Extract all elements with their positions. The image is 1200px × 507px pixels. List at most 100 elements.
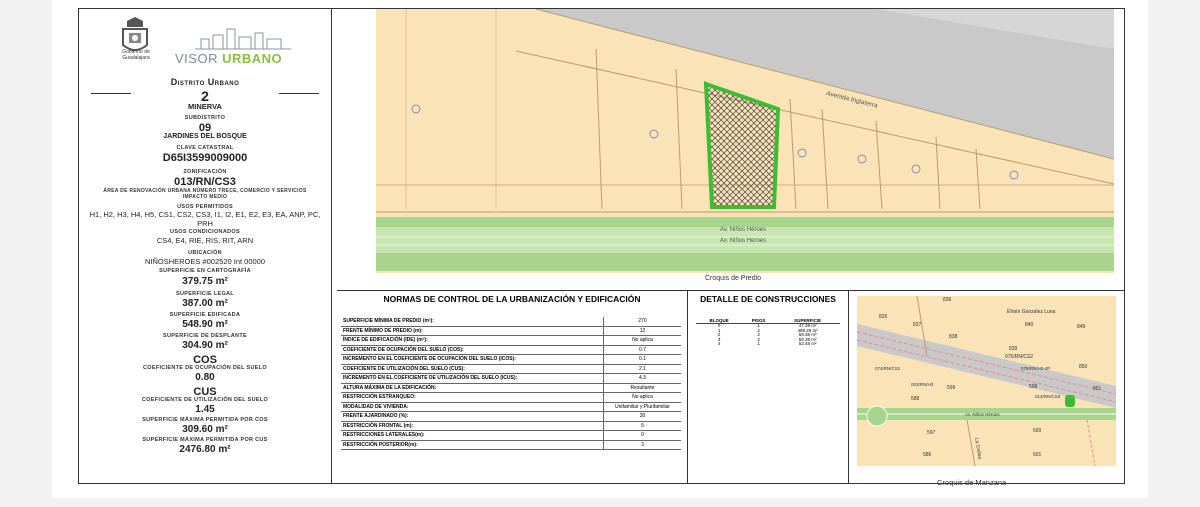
- svg-text:600: 600: [1033, 428, 1042, 434]
- croquis-predio-caption: Croquis de Predio: [705, 275, 762, 282]
- detalle-title: DETALLE DE CONSTRUCCIONES: [700, 294, 836, 304]
- svg-text:826: 826: [879, 314, 888, 320]
- normas-key: INCREMENTO EN EL COEFICIENTE DE OCUPACIÓ…: [341, 354, 604, 365]
- usos-condicionados-label: USOS CONDICIONADOS: [170, 229, 240, 235]
- normas-value: Unifamiliar y Plurifamiliar: [603, 402, 681, 412]
- detalle-panel: DETALLE DE CONSTRUCCIONES BLOQUE PISOS S…: [688, 291, 849, 484]
- normas-key: COEFICIENTE DE OCUPACIÓN DEL SUELO (COS)…: [341, 345, 604, 355]
- normas-key: RESTRICCIONES LATERALES(m):: [341, 430, 604, 441]
- normas-value: 12: [603, 326, 681, 336]
- normas-table: SUPERFICIE MÍNIMA DE PREDIO (m²): 270 FREN…: [341, 317, 681, 450]
- distrito-name: MINERVA: [188, 102, 222, 111]
- svg-text:839: 839: [1009, 346, 1018, 352]
- normas-row: RESTRICCIÓN FRONTAL (m): 5: [341, 421, 681, 431]
- government-label: Gobierno de Guadalajara: [122, 49, 150, 61]
- normas-key: MODALIDAD DE VIVIENDA:: [341, 402, 604, 412]
- bottom-section: NORMAS DE CONTROL DE LA URBANIZACIÓN Y E…: [337, 290, 1124, 487]
- normas-row: INCREMENTO EN EL COEFICIENTE DE UTILIZAC…: [341, 373, 681, 384]
- usos-permitidos-value: H1, H2, H3, H4, H5, CS1, CS2, CS3, I1, I…: [89, 210, 321, 228]
- svg-text:586: 586: [923, 452, 932, 458]
- normas-key: COEFICIENTE DE UTILIZACIÓN DEL SUELO (CU…: [341, 364, 604, 374]
- svg-text:013/RN/CS3: 013/RN/CS3: [1035, 394, 1061, 399]
- normas-row: COEFICIENTE DE OCUPACIÓN DEL SUELO (COS)…: [341, 345, 681, 355]
- normas-value: 0.7: [603, 345, 681, 355]
- usos-condicionados-value: CS4, E4, RIE, RIS, RIT, ARN: [156, 236, 254, 245]
- normas-key: ALTURA MÁXIMA DE LA EDIFICACIÓN:: [341, 383, 604, 393]
- normas-row: FRENTE MÍNIMO DE PREDIO (m): 12: [341, 326, 681, 336]
- sup-legal-label: SUPERFICIE LEGAL: [176, 291, 234, 297]
- normas-value: 270: [603, 317, 681, 327]
- normas-value: 0.1: [603, 354, 681, 365]
- normas-key: FRENTE MÍNIMO DE PREDIO (m):: [341, 326, 604, 336]
- normas-key: RESTRICCIÓN POSTERIOR(m):: [341, 440, 604, 450]
- normas-value: 4.3: [603, 373, 681, 384]
- predio-map-canvas: Avenida Inglaterra Av. Niños Héroes Av. …: [376, 9, 1114, 273]
- normas-value: No aplica: [603, 392, 681, 403]
- cos-value: 0.80: [195, 372, 215, 383]
- sup-legal-value: 387.00 m²: [182, 298, 228, 309]
- normas-key: RESTRICCIÓN ESTRANQUEO:: [341, 392, 604, 403]
- normas-row: ALTURA MÁXIMA DE LA EDIFICACIÓN: Resultan…: [341, 383, 681, 393]
- normas-row: RESTRICCIÓN ESTRANQUEO: No aplica: [341, 392, 681, 403]
- zonificacion-value: 013/RN/CS3: [174, 176, 236, 188]
- clave-label: CLAVE CATASTRAL: [176, 145, 234, 151]
- sup-max-cos-value: 309.60 m²: [182, 424, 228, 435]
- visor-urbano-brand: VISOR URBANO: [175, 51, 283, 66]
- svg-text:075/RN/H3-4P: 075/RN/H3-4P: [1021, 366, 1050, 371]
- normas-value: 2.1: [603, 364, 681, 374]
- manzana-predio-marker: [1065, 395, 1075, 407]
- cos-desc: COEFICIENTE DE OCUPACIÓN DEL SUELO: [143, 365, 267, 371]
- normas-row: FRENTE AJARDINADO (%): 30: [341, 411, 681, 422]
- sup-edificada-label: SUPERFICIE EDIFICADA: [169, 312, 241, 318]
- svg-text:597: 597: [927, 430, 936, 436]
- distrito-label: Distrito Urbano: [170, 77, 240, 87]
- cus-value: 1.45: [195, 404, 215, 415]
- normas-row: COEFICIENTE DE UTILIZACIÓN DEL SUELO (CU…: [341, 364, 681, 374]
- svg-text:599: 599: [947, 385, 956, 391]
- normas-value: 30: [603, 411, 681, 422]
- svg-text:601: 601: [1033, 452, 1042, 458]
- svg-text:850: 850: [1079, 364, 1088, 370]
- svg-text:851: 851: [1093, 386, 1102, 392]
- ubicacion-value: NIÑOSHEROES #002520 Int 00000: [144, 257, 266, 266]
- normas-key: FRENTE AJARDINADO (%):: [341, 411, 604, 422]
- sup-max-cus-label: SUPERFICIE MÁXIMA PERMITIDA POR CUS: [142, 437, 268, 443]
- svg-text:074/RN/CS2: 074/RN/CS2: [875, 366, 901, 371]
- distrito-number: 2: [201, 88, 209, 104]
- detalle-cell: 4: [717, 341, 721, 346]
- svg-text:075/RN/CS2: 075/RN/CS2: [1005, 354, 1033, 360]
- sup-max-cus-value: 2476.80 m²: [179, 444, 231, 455]
- subdistrito-name: JARDINES DEL BOSQUE: [163, 133, 247, 140]
- svg-text:003/RN/H3: 003/RN/H3: [911, 382, 934, 387]
- subdistrito-label: SUBDISTRITO: [184, 115, 226, 121]
- svg-text:Av. Niños Héroes: Av. Niños Héroes: [965, 412, 1000, 417]
- normas-panel: NORMAS DE CONTROL DE LA URBANIZACIÓN Y E…: [337, 291, 688, 484]
- logo-area: Gobierno de Guadalajara VISOR URBANO: [109, 15, 319, 75]
- svg-text:598: 598: [1029, 384, 1038, 390]
- sup-desplante-value: 304.90 m²: [182, 340, 228, 351]
- normas-value: 5: [603, 421, 681, 431]
- sup-edificada-value: 548.90 m²: [182, 319, 228, 330]
- svg-text:838: 838: [949, 334, 958, 340]
- ninos-heroes-label-2: Av. Niños Heroes: [720, 238, 766, 244]
- normas-row: INCREMENTO EN EL COEFICIENTE DE OCUPACIÓ…: [341, 354, 681, 365]
- svg-text:588: 588: [911, 396, 920, 402]
- cus-desc: COEFICIENTE DE UTILIZACIÓN DEL SUELO: [141, 397, 269, 403]
- normas-key: ÍNDICE DE EDIFICACIÓN (IDE) (m²):: [341, 335, 604, 346]
- sup-cartografia-label: SUPERFICIE EN CARTOGRAFÍA: [159, 268, 251, 274]
- detalle-row: 4 1 52.48 m²: [696, 341, 840, 347]
- skyline-logo-icon: [195, 28, 291, 50]
- croquis-manzana-caption: Croquis de Manzana: [937, 478, 1007, 487]
- normas-key: SUPERFICIE MÍNIMA DE PREDIO (m²):: [341, 317, 604, 327]
- sup-cartografia-value: 379.75 m²: [182, 276, 228, 287]
- zonificacion-desc: ÁREA DE RENOVACIÓN URBANA NÚMERO TRECE, …: [103, 188, 307, 200]
- manzana-map-canvas: 836 Efraín González Luna 826 837 840 849…: [857, 296, 1116, 466]
- normas-key: INCREMENTO EN EL COEFICIENTE DE UTILIZAC…: [341, 373, 604, 384]
- normas-row: SUPERFICIE MÍNIMA DE PREDIO (m²): 270: [341, 317, 681, 327]
- normas-row: ÍNDICE DE EDIFICACIÓN (IDE) (m²): No apli…: [341, 335, 681, 346]
- clave-value: D65I3599009000: [162, 152, 248, 164]
- ubicacion-label: UBICACIÓN: [188, 250, 222, 256]
- zonificacion-label: ZONIFICACIÓN: [183, 169, 227, 175]
- detalle-cell: 1: [757, 341, 760, 346]
- normas-value: 3: [603, 440, 681, 450]
